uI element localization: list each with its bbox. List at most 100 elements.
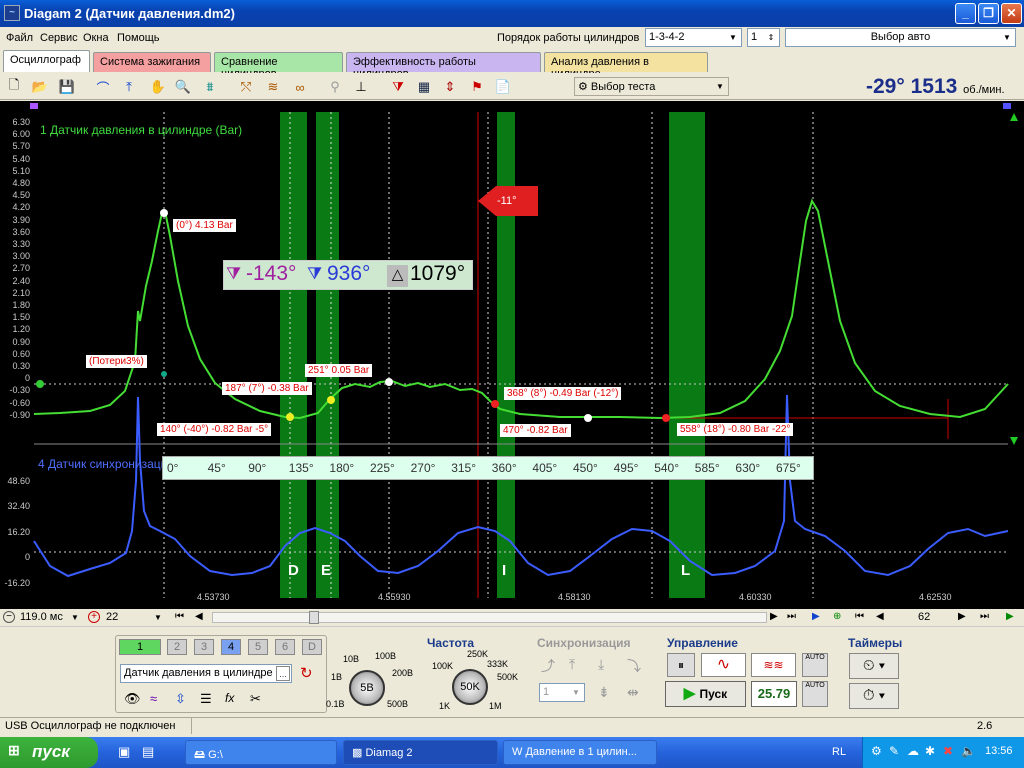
frequency-knob[interactable]: 50K xyxy=(452,669,488,705)
menu-file[interactable]: Файл xyxy=(6,32,33,44)
channel-button-6[interactable]: 6 xyxy=(275,639,295,655)
tray-icon[interactable]: ☁ xyxy=(907,744,919,758)
sync-select[interactable]: 1 ▼ xyxy=(539,683,585,702)
sync-rise-icon[interactable]: ⤴ xyxy=(541,656,555,676)
bluetooth-icon[interactable]: ✱ xyxy=(925,744,935,758)
notes-icon[interactable]: 📄 xyxy=(492,76,514,98)
reset-icon[interactable]: ↻ xyxy=(300,664,313,682)
start-button[interactable]: ⊞ пуск xyxy=(0,737,98,768)
save-icon[interactable]: 💾 xyxy=(56,76,78,98)
back-icon[interactable]: ◀ xyxy=(876,611,884,622)
scroll-up-icon[interactable] xyxy=(1010,113,1018,121)
restore-button[interactable]: ❐ xyxy=(978,3,999,24)
grid-icon[interactable]: ▦ xyxy=(413,76,435,98)
task-diamag[interactable]: ▩ Diamag 2 xyxy=(343,740,498,765)
sync-fall-icon[interactable]: ⤵ xyxy=(627,656,641,676)
tab-ignition[interactable]: Система зажигания xyxy=(93,52,211,72)
menu-help[interactable]: Помощь xyxy=(117,32,160,44)
function-icon[interactable]: fx xyxy=(225,691,234,705)
task-document[interactable]: W Давление в 1 цилин... xyxy=(503,740,657,765)
compress-icon[interactable]: ⤲ xyxy=(235,76,257,98)
time-scrollbar[interactable] xyxy=(212,611,767,624)
vertical-move-icon[interactable]: ⇳ xyxy=(175,691,186,707)
first-page-icon[interactable]: ⏮ xyxy=(175,611,184,622)
auto-scale-icon[interactable]: ⚲ xyxy=(324,76,346,98)
menu-windows[interactable]: Окна xyxy=(83,32,109,44)
start-button[interactable]: ▶ Пуск xyxy=(665,681,746,707)
timer-button-1[interactable]: ⏲ ▾ xyxy=(849,653,899,679)
zoom-in-icon[interactable]: + xyxy=(88,611,100,623)
sync-down-icon[interactable]: ⤓ xyxy=(598,656,604,673)
filter-icon[interactable]: ⧩ xyxy=(387,76,409,98)
quick-launch-icon[interactable]: ▣ xyxy=(118,744,130,760)
tray-icon[interactable]: ✖ xyxy=(943,744,953,758)
first-icon[interactable]: ⏮ xyxy=(855,611,864,622)
point-187[interactable] xyxy=(327,396,335,404)
channel-button-d[interactable]: D xyxy=(302,639,322,655)
degree-ruler[interactable]: 0° 45° 90° 135° 180° 225° 270° 315° 360° 405° 450°… xyxy=(162,456,814,480)
wave-stack-icon[interactable]: ≋ xyxy=(262,76,284,98)
start-point[interactable] xyxy=(36,380,44,388)
point-558[interactable] xyxy=(662,414,670,422)
loss-point[interactable] xyxy=(161,371,167,377)
play-icon[interactable]: ▶ xyxy=(812,611,820,622)
loop-wave-icon[interactable]: ∞ xyxy=(289,76,311,98)
tab-pressure-analysis[interactable]: Анализ давления в цилиндре xyxy=(544,52,708,80)
auto-button-2[interactable]: AUTO xyxy=(802,681,828,707)
oscilloscope-view[interactable]: -11° 6.30 6.00 5.70 5.40 5.10 4.80 4.50 4.20 3.9… xyxy=(0,101,1024,609)
lines-icon[interactable]: ☰ xyxy=(200,691,212,707)
zoom-icon[interactable]: 🔍 xyxy=(172,76,194,98)
sync-adjust-icon[interactable]: ⇟ xyxy=(598,684,610,701)
title-bar[interactable]: ~ Diagam 2 (Датчик давления.dm2) _ ❐ ✕ xyxy=(0,0,1024,27)
measure-arc-icon[interactable]: ⌒ xyxy=(92,76,114,98)
quick-launch-icon[interactable]: ▤ xyxy=(142,744,154,760)
task-explorer[interactable]: 🖴 G:\ xyxy=(185,740,337,765)
tab-cylinder-compare[interactable]: Сравнение цилиндров xyxy=(214,52,343,80)
end-icon[interactable]: ⏭ xyxy=(980,611,989,622)
sync-merge-icon[interactable]: ⇹ xyxy=(627,684,639,701)
peak-point[interactable] xyxy=(160,209,168,217)
channel-button-1[interactable]: 1 xyxy=(119,639,161,655)
eye-icon[interactable]: 👁 xyxy=(124,691,141,707)
scroll-down-icon[interactable] xyxy=(1010,437,1018,445)
tray-icon[interactable]: ⚙ xyxy=(871,744,882,758)
sensor-select[interactable]: Датчик давления в цилиндре… xyxy=(120,664,292,683)
volume-icon[interactable]: 🔈 xyxy=(961,744,976,758)
channel-button-4[interactable]: 4 xyxy=(221,639,241,655)
close-button[interactable]: ✕ xyxy=(1001,3,1022,24)
spectrum-icon[interactable]: ⩩ xyxy=(199,76,221,98)
zoom-out-icon[interactable]: − xyxy=(3,611,15,623)
cursor-tool-icon[interactable]: ⤒ xyxy=(118,76,140,98)
invert-icon[interactable]: ≈ xyxy=(150,691,157,706)
forward-icon[interactable]: ▶ xyxy=(958,611,966,622)
point-251[interactable] xyxy=(385,378,393,386)
auto-button-1[interactable]: AUTO xyxy=(802,653,828,677)
point-140[interactable] xyxy=(286,413,294,421)
sync-up-icon[interactable]: ⤒ xyxy=(569,656,575,673)
add-icon[interactable]: ⊕ xyxy=(833,611,841,622)
last-page-icon[interactable]: ⏭ xyxy=(787,611,796,622)
timer-button-2[interactable]: ⏱ ▾ xyxy=(849,683,899,709)
plot-canvas[interactable] xyxy=(0,101,1024,609)
language-indicator[interactable]: RL xyxy=(832,746,846,758)
car-select[interactable]: Выбор авто ▼ xyxy=(785,28,1016,47)
flag-icon[interactable]: ⚑ xyxy=(466,76,488,98)
new-file-icon[interactable]: 🗋 xyxy=(3,76,25,98)
time-scale-select[interactable]: 119.0 мс ▼ xyxy=(17,609,83,626)
test-select[interactable]: ⚙ Выбор теста ▼ xyxy=(574,77,729,96)
pause-button[interactable]: ⏸ xyxy=(667,653,695,677)
zoom-select[interactable]: 22 ▼ xyxy=(103,609,166,626)
hand-icon[interactable]: ✋ xyxy=(147,76,169,98)
noise-mode-button[interactable]: ≋≋ xyxy=(751,653,796,677)
run-icon[interactable]: ▶ xyxy=(1006,611,1014,622)
tab-oscillograph[interactable]: Осциллограф xyxy=(3,50,90,72)
open-folder-icon[interactable]: 📂 xyxy=(29,76,51,98)
channel-button-5[interactable]: 5 xyxy=(248,639,268,655)
channel-button-2[interactable]: 2 xyxy=(167,639,187,655)
minimize-button[interactable]: _ xyxy=(955,3,976,24)
point-368[interactable] xyxy=(491,400,499,408)
cyl-order-select[interactable]: 1-3-4-2 ▼ xyxy=(645,28,742,47)
sine-mode-button[interactable]: ∿ xyxy=(701,653,746,677)
split-icon[interactable]: ⇕ xyxy=(439,76,461,98)
next-icon[interactable]: ▶ xyxy=(770,611,778,622)
